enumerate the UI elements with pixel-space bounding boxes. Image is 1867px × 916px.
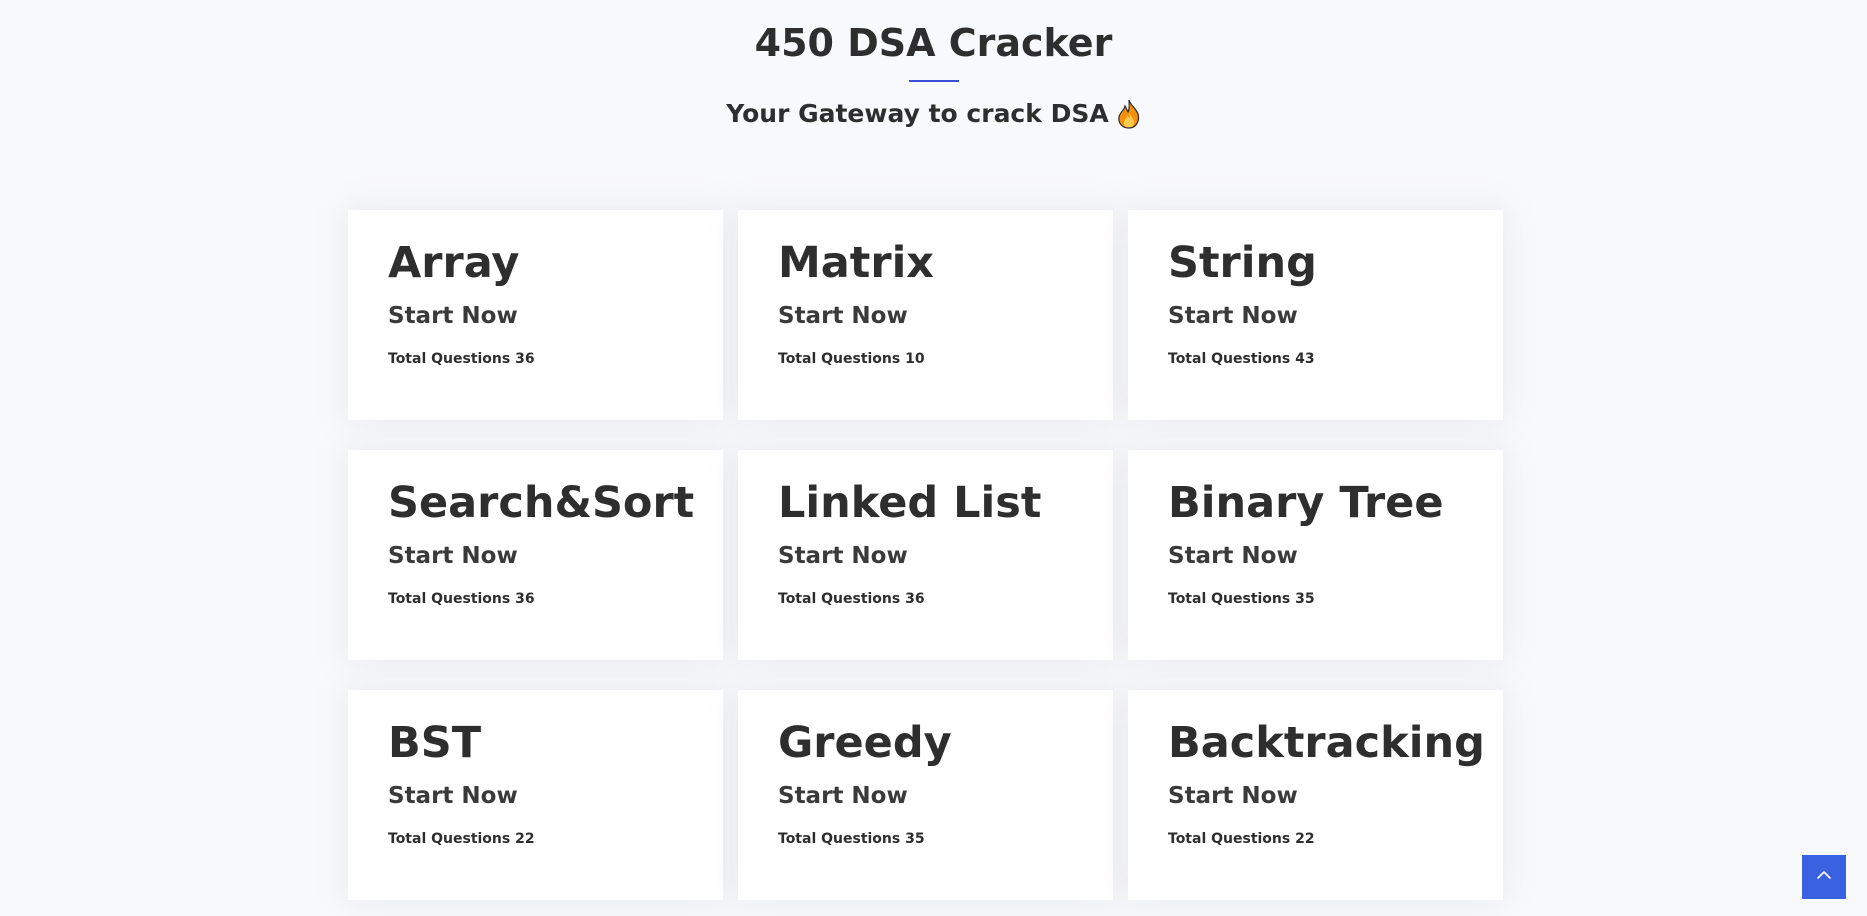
page-header: 450 DSA Cracker Your Gateway to crack DS… xyxy=(0,0,1867,130)
total-questions: Total Questions 10 xyxy=(778,351,925,367)
topic-card-greedy[interactable]: Greedy Start Now Total Questions 35 xyxy=(738,690,1113,900)
start-now-link[interactable]: Start Now xyxy=(1168,541,1463,571)
chevron-up-icon xyxy=(1815,866,1833,888)
card-title: Backtracking xyxy=(1168,718,1485,768)
topic-card-linked-list[interactable]: Linked List Start Now Total Questions 36 xyxy=(738,450,1113,660)
page-subtitle: Your Gateway to crack DSA xyxy=(726,98,1140,130)
total-questions: Total Questions 35 xyxy=(778,831,925,847)
start-now-link[interactable]: Start Now xyxy=(1168,301,1463,331)
card-title: Search&Sort xyxy=(388,478,695,528)
back-to-top-button[interactable] xyxy=(1802,855,1846,899)
start-now-link[interactable]: Start Now xyxy=(778,541,1073,571)
page-title: 450 DSA Cracker xyxy=(754,21,1113,65)
total-questions: Total Questions 36 xyxy=(778,591,925,607)
card-title: BST xyxy=(388,718,482,768)
topic-card-backtracking[interactable]: Backtracking Start Now Total Questions 2… xyxy=(1128,690,1503,900)
start-now-link[interactable]: Start Now xyxy=(778,301,1073,331)
topic-card-binary-tree[interactable]: Binary Tree Start Now Total Questions 35 xyxy=(1128,450,1503,660)
fire-icon xyxy=(1117,99,1141,129)
card-title: String xyxy=(1168,238,1317,288)
start-now-link[interactable]: Start Now xyxy=(778,781,1073,811)
topic-grid: Array Start Now Total Questions 36 Matri… xyxy=(348,210,1504,900)
page-subtitle-text: Your Gateway to crack DSA xyxy=(726,99,1109,128)
title-underline xyxy=(908,80,959,82)
start-now-link[interactable]: Start Now xyxy=(388,301,683,331)
total-questions: Total Questions 35 xyxy=(1168,591,1315,607)
card-title: Linked List xyxy=(778,478,1042,528)
topic-card-bst[interactable]: BST Start Now Total Questions 22 xyxy=(348,690,723,900)
total-questions: Total Questions 36 xyxy=(388,351,535,367)
total-questions: Total Questions 36 xyxy=(388,591,535,607)
topic-card-array[interactable]: Array Start Now Total Questions 36 xyxy=(348,210,723,420)
topic-card-search-sort[interactable]: Search&Sort Start Now Total Questions 36 xyxy=(348,450,723,660)
total-questions: Total Questions 22 xyxy=(1168,831,1315,847)
card-title: Binary Tree xyxy=(1168,478,1444,528)
total-questions: Total Questions 43 xyxy=(1168,351,1315,367)
topic-card-string[interactable]: String Start Now Total Questions 43 xyxy=(1128,210,1503,420)
total-questions: Total Questions 22 xyxy=(388,831,535,847)
start-now-link[interactable]: Start Now xyxy=(1168,781,1463,811)
start-now-link[interactable]: Start Now xyxy=(388,541,683,571)
card-title: Array xyxy=(388,238,520,288)
card-title: Matrix xyxy=(778,238,935,288)
topic-card-matrix[interactable]: Matrix Start Now Total Questions 10 xyxy=(738,210,1113,420)
start-now-link[interactable]: Start Now xyxy=(388,781,683,811)
card-title: Greedy xyxy=(778,718,952,768)
